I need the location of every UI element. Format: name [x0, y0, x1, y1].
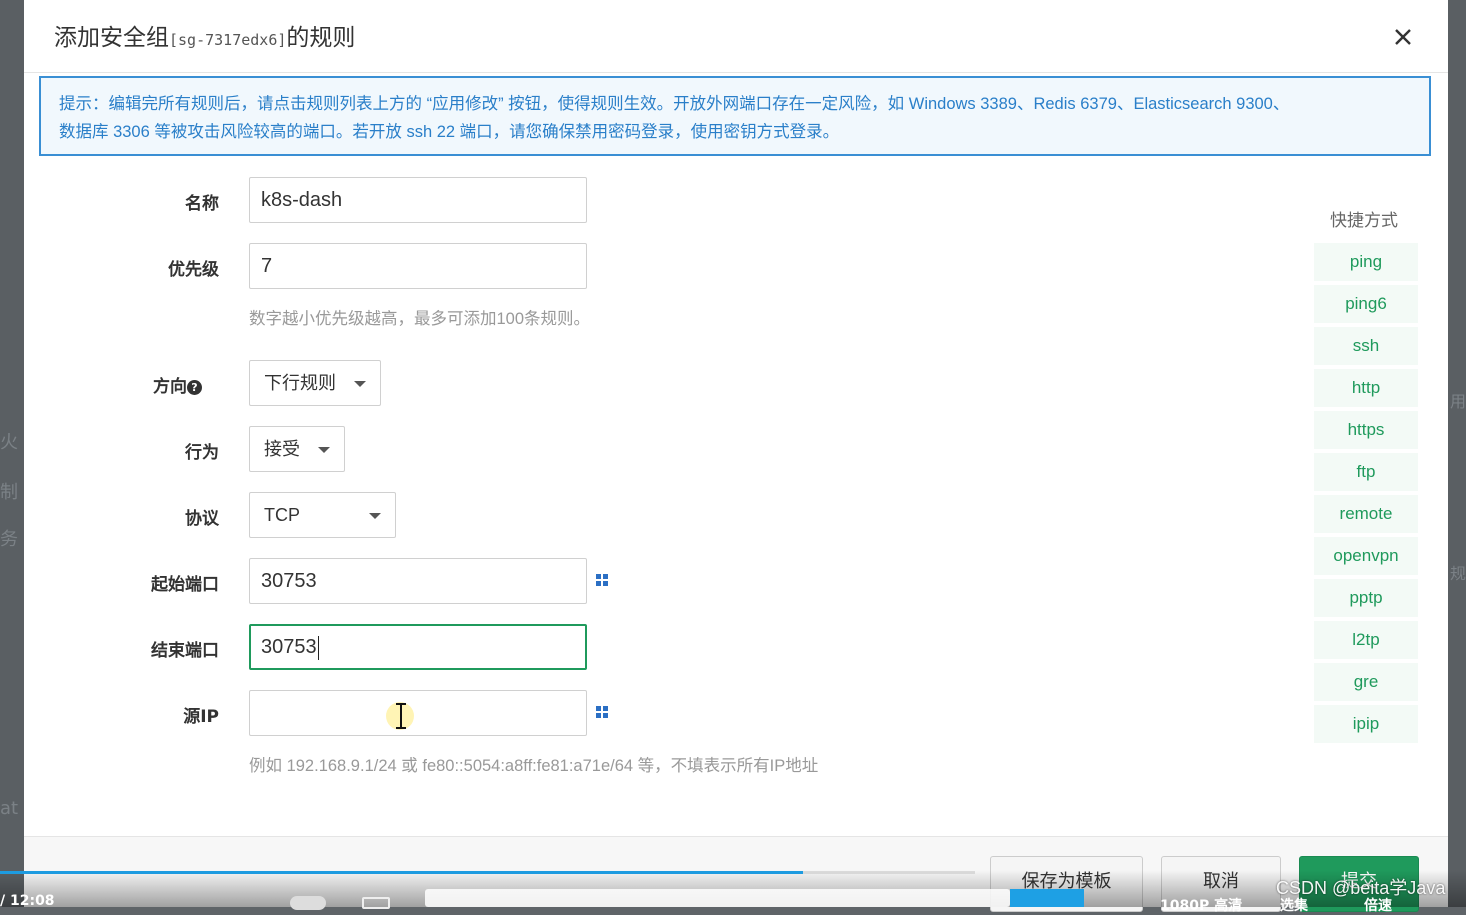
port-picker-icon[interactable]: [596, 574, 608, 586]
chevron-down-icon: [318, 447, 330, 453]
background-page-right: 用 规: [1448, 0, 1466, 907]
direction-label-text: 方向: [153, 377, 187, 397]
direction-value: 下行规则: [264, 373, 336, 393]
background-text: at: [0, 798, 19, 819]
dialog-title: 添加安全组[sg-7317edx6]的规则: [54, 18, 355, 52]
protocol-label: 协议: [185, 509, 219, 529]
ip-picker-icon[interactable]: [596, 706, 608, 718]
background-text: 务: [0, 529, 18, 550]
priority-input[interactable]: 7: [249, 243, 587, 289]
start-port-value: 30753: [261, 570, 317, 592]
action-label: 行为: [185, 443, 219, 463]
source-ip-hint: 例如 192.168.9.1/24 或 fe80::5054:a8ff:fe81…: [249, 757, 819, 775]
shortcut-ping6[interactable]: ping6: [1314, 285, 1418, 323]
name-value: k8s-dash: [261, 189, 343, 211]
chevron-down-icon: [354, 381, 366, 387]
background-text: 规: [1450, 564, 1466, 583]
dialog-header: 添加安全组[sg-7317edx6]的规则: [24, 0, 1448, 73]
shortcut-ssh[interactable]: ssh: [1314, 327, 1418, 365]
danmaku-input[interactable]: [425, 889, 1010, 907]
end-port-input[interactable]: 30753: [249, 624, 587, 670]
shortcut-pptp[interactable]: pptp: [1314, 579, 1418, 617]
shortcuts-title: 快捷方式: [1330, 211, 1398, 231]
tip-alert: 提示：编辑完所有规则后，请点击规则列表上方的 “应用修改” 按钮，使得规则生效。…: [39, 76, 1431, 156]
shortcuts-list: ping ping6 ssh http https ftp remote ope…: [1314, 243, 1418, 747]
shortcut-remote[interactable]: remote: [1314, 495, 1418, 533]
protocol-value: TCP: [264, 505, 300, 525]
end-port-value: 30753: [261, 636, 317, 658]
direction-label: 方向?: [32, 372, 202, 397]
close-button[interactable]: [1388, 22, 1418, 52]
add-rule-dialog: 添加安全组[sg-7317edx6]的规则 提示：编辑完所有规则后，请点击规则列…: [24, 0, 1448, 912]
danmaku-toggle[interactable]: [290, 896, 326, 910]
dialog-title-prefix: 添加安全组: [54, 25, 169, 51]
start-port-label: 起始端口: [151, 575, 219, 595]
help-icon[interactable]: ?: [187, 380, 202, 395]
dialog-title-suffix: 的规则: [286, 25, 356, 51]
text-caret: [317, 635, 319, 660]
text-cursor-icon: [396, 703, 406, 729]
shortcut-gre[interactable]: gre: [1314, 663, 1418, 701]
video-progress-fill: [0, 871, 804, 874]
chevron-down-icon: [369, 513, 381, 519]
danmaku-settings-icon[interactable]: [362, 897, 390, 909]
shortcut-https[interactable]: https: [1314, 411, 1418, 449]
source-ip-input[interactable]: [249, 690, 587, 736]
priority-hint: 数字越小优先级越高，最多可添加100条规则。: [249, 310, 591, 328]
priority-label: 优先级: [168, 260, 219, 280]
danmaku-send-button[interactable]: [1010, 889, 1084, 907]
name-input[interactable]: k8s-dash: [249, 177, 587, 223]
close-icon: [1395, 29, 1411, 45]
start-port-input[interactable]: 30753: [249, 558, 587, 604]
background-page-left: 火 制 务 at: [0, 0, 24, 907]
quality-selector[interactable]: 1080P 高清: [1160, 895, 1242, 915]
shortcut-ping[interactable]: ping: [1314, 243, 1418, 281]
direction-select[interactable]: 下行规则: [249, 360, 381, 406]
security-group-id: [sg-7317edx6]: [169, 31, 287, 49]
tip-line-2: 数据库 3306 等被攻击风险较高的端口。若开放 ssh 22 端口，请您确保禁…: [59, 123, 840, 141]
priority-value: 7: [261, 255, 273, 277]
background-text: 制: [0, 482, 18, 503]
background-text: 火: [0, 432, 18, 453]
shortcut-l2tp[interactable]: l2tp: [1314, 621, 1418, 659]
tip-line-1: 提示：编辑完所有规则后，请点击规则列表上方的 “应用修改” 按钮，使得规则生效。…: [59, 95, 1290, 113]
shortcut-ipip[interactable]: ipip: [1314, 705, 1418, 743]
end-port-label: 结束端口: [151, 641, 219, 661]
csdn-watermark: CSDN @beita学Java: [1276, 878, 1446, 898]
protocol-select[interactable]: TCP: [249, 492, 396, 538]
background-text: 用: [1450, 392, 1466, 411]
shortcut-openvpn[interactable]: openvpn: [1314, 537, 1418, 575]
name-label: 名称: [185, 194, 219, 214]
action-select[interactable]: 接受: [249, 426, 345, 472]
shortcut-http[interactable]: http: [1314, 369, 1418, 407]
action-value: 接受: [264, 439, 300, 459]
shortcut-ftp[interactable]: ftp: [1314, 453, 1418, 491]
source-ip-label: 源IP: [183, 707, 219, 727]
